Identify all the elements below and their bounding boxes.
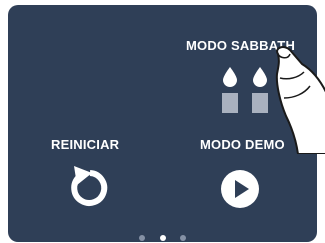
sabbath-mode-button[interactable] <box>218 65 274 115</box>
reset-label: REINICIAR <box>51 137 120 152</box>
demo-mode-button[interactable] <box>220 169 260 209</box>
page-indicator <box>8 229 317 241</box>
play-icon <box>221 170 259 208</box>
hand-pointer-icon <box>275 46 325 154</box>
reset-button[interactable] <box>68 163 112 211</box>
page-dot-1[interactable] <box>139 234 146 241</box>
restart-icon <box>71 166 108 206</box>
candles-icon <box>222 67 268 113</box>
page-dot-2-active[interactable] <box>159 234 166 241</box>
page-dot-3[interactable] <box>179 234 186 241</box>
